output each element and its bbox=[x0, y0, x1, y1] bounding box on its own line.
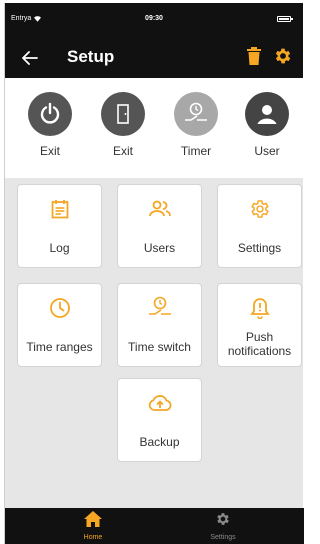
door-icon bbox=[101, 92, 145, 136]
nav-settings-label: Settings bbox=[210, 534, 236, 541]
tile-label: Users bbox=[143, 241, 176, 255]
tile-label: Time switch bbox=[128, 340, 191, 354]
tile-users[interactable]: Users bbox=[117, 184, 202, 268]
exit-door-item[interactable]: Exit bbox=[88, 92, 158, 158]
tile-label: Settings bbox=[237, 241, 282, 255]
timer-item[interactable]: Timer bbox=[161, 92, 231, 158]
status-bar: Entrya 09:30 bbox=[5, 3, 303, 38]
cloud-upload-icon bbox=[118, 391, 201, 415]
user-label: User bbox=[254, 144, 280, 158]
home-icon bbox=[84, 511, 102, 527]
delete-button[interactable] bbox=[247, 47, 265, 67]
phone-screen: Entrya 09:30 Setup Exit Exit Timer User … bbox=[4, 3, 304, 544]
timer-switch-icon bbox=[118, 296, 201, 320]
back-button[interactable] bbox=[19, 47, 41, 69]
gear-icon bbox=[217, 513, 229, 525]
gear-icon bbox=[218, 197, 301, 221]
nav-settings[interactable]: Settings bbox=[163, 511, 283, 541]
power-icon bbox=[28, 92, 72, 136]
arrow-left-icon bbox=[22, 51, 38, 65]
nav-home[interactable]: Home bbox=[33, 511, 153, 541]
timer-label: Timer bbox=[180, 144, 212, 158]
bell-alert-icon bbox=[218, 296, 301, 320]
tile-log[interactable]: Log bbox=[17, 184, 102, 268]
bottom-nav: Home Settings bbox=[5, 508, 304, 544]
tile-backup[interactable]: Backup bbox=[117, 378, 202, 462]
exit-label: Exit bbox=[39, 144, 60, 158]
calendar-icon bbox=[18, 197, 101, 221]
battery-icon bbox=[277, 16, 293, 22]
tile-label: Push notifications bbox=[227, 330, 292, 358]
tile-time-switch[interactable]: Time switch bbox=[117, 283, 202, 367]
app-header: Setup bbox=[5, 38, 303, 78]
tile-settings[interactable]: Settings bbox=[217, 184, 302, 268]
page-title: Setup bbox=[67, 47, 115, 66]
exit-power-item[interactable]: Exit bbox=[15, 92, 85, 158]
clock-icon bbox=[18, 296, 101, 320]
exit-label: Exit bbox=[112, 144, 133, 158]
tile-label: Backup bbox=[139, 435, 180, 449]
tile-label: Log bbox=[49, 241, 70, 255]
device-actions-row: Exit Exit Timer User bbox=[5, 78, 304, 178]
tile-label: Time ranges bbox=[26, 340, 93, 354]
timer-switch-icon bbox=[174, 92, 218, 136]
user-item[interactable]: User bbox=[232, 92, 302, 158]
gear-icon bbox=[275, 48, 291, 64]
user-icon bbox=[245, 92, 289, 136]
settings-button[interactable] bbox=[273, 46, 295, 68]
tile-time-ranges[interactable]: Time ranges bbox=[17, 283, 102, 367]
users-icon bbox=[118, 197, 201, 221]
trash-icon bbox=[247, 47, 261, 65]
tile-push-notifications[interactable]: Push notifications bbox=[217, 283, 302, 367]
status-time: 09:30 bbox=[145, 15, 163, 22]
nav-home-label: Home bbox=[83, 534, 103, 541]
